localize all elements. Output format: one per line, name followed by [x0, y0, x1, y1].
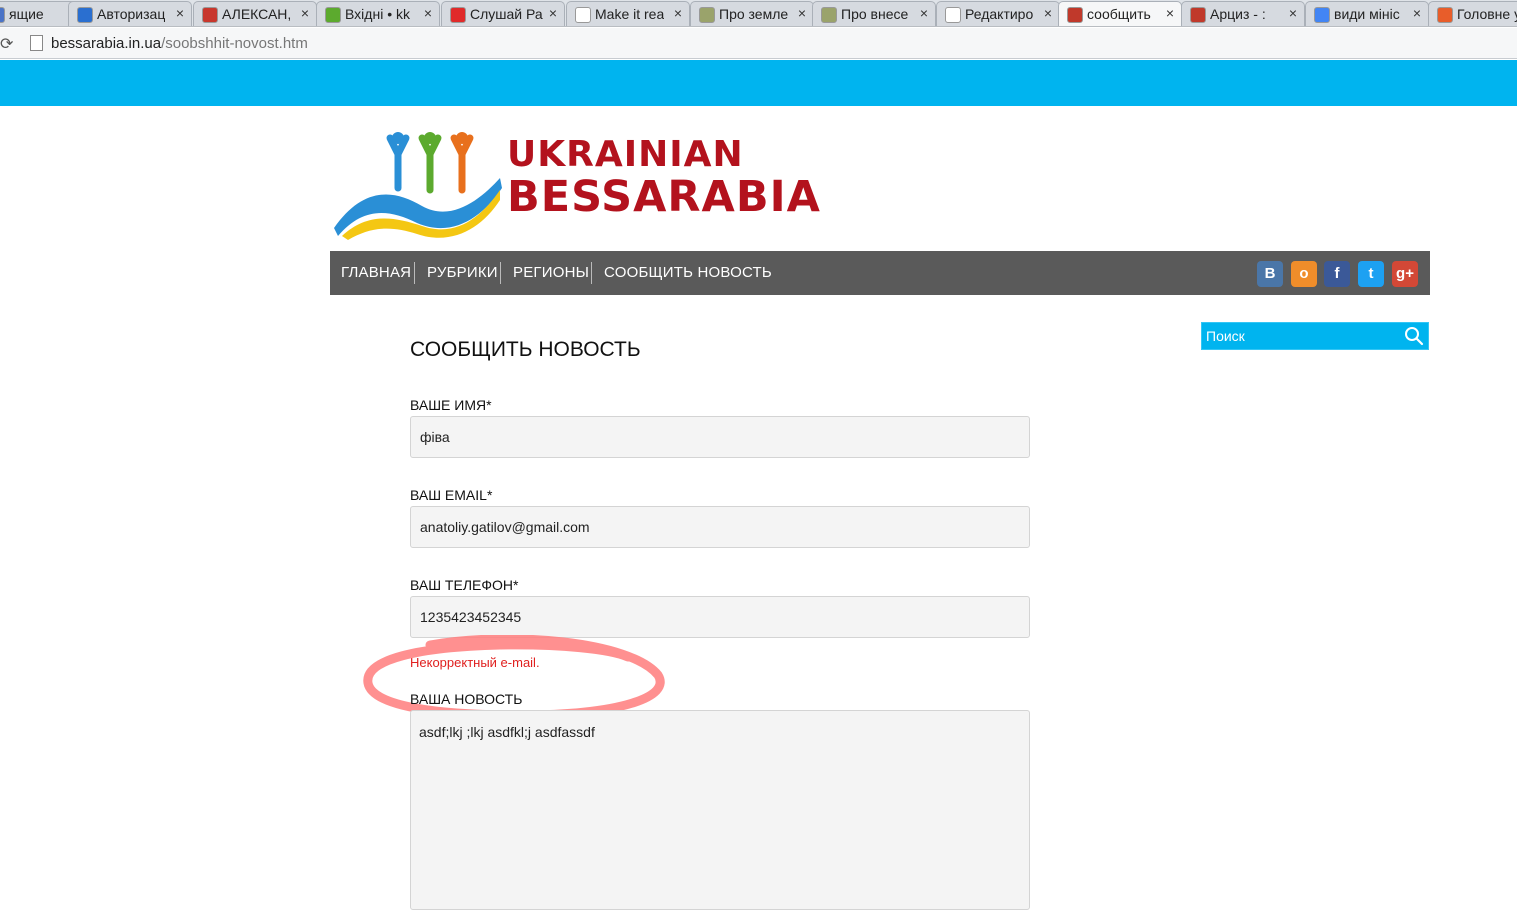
phone-field[interactable]	[410, 596, 1030, 638]
odnoklassniki-icon[interactable]: о	[1291, 261, 1317, 287]
page-title: СООБЩИТЬ НОВОСТЬ	[410, 338, 641, 361]
search-icon[interactable]	[1404, 326, 1424, 346]
search-box	[1201, 322, 1429, 350]
tab-title: АЛЕКСАН,	[222, 6, 292, 22]
tab-title: Головне у	[1457, 6, 1517, 22]
tab-favicon-icon	[821, 7, 837, 23]
facebook-icon[interactable]: f	[1324, 261, 1350, 287]
news-textarea[interactable]: asdf;lkj ;lkj asdfkl;j asdfassdf	[410, 710, 1030, 910]
browser-tab[interactable]: АЛЕКСАН, ×	[193, 1, 317, 26]
tab-favicon-icon	[699, 7, 715, 23]
email-field[interactable]	[410, 506, 1030, 548]
browser-tab[interactable]: Арциз - : ×	[1181, 1, 1305, 26]
browser-tab[interactable]: сообщить ×	[1058, 1, 1182, 26]
tab-title: Вхідні • kk	[345, 6, 410, 22]
browser-tab[interactable]: Вхідні • kk ×	[316, 1, 440, 26]
tab-title: Про земле	[719, 6, 789, 22]
tab-close-icon[interactable]: ×	[674, 5, 682, 21]
tab-favicon-icon	[1067, 7, 1083, 23]
nav-separator	[414, 262, 415, 284]
tab-close-icon[interactable]: ×	[1413, 5, 1421, 21]
tab-title: сообщить	[1087, 6, 1151, 22]
tab-close-icon[interactable]: ×	[1166, 5, 1174, 21]
tab-title: Арциз - :	[1210, 6, 1266, 22]
tab-favicon-icon	[325, 7, 341, 23]
tab-title: Слушай Ра	[470, 6, 543, 22]
phone-label: ВАШ ТЕЛЕФОН*	[410, 577, 519, 593]
tab-title: види мініс	[1334, 6, 1400, 22]
browser-tab-strip: ящие×Авторизац×АЛЕКСАН,×Вхідні • kk×Слуш…	[0, 0, 1517, 27]
browser-tab[interactable]: Про земле ×	[690, 1, 814, 26]
tab-favicon-icon	[1314, 7, 1330, 23]
page-icon	[30, 35, 43, 51]
tab-close-icon[interactable]: ×	[424, 5, 432, 21]
tab-favicon-icon	[945, 7, 961, 23]
tab-close-icon[interactable]: ×	[301, 5, 309, 21]
tab-close-icon[interactable]: ×	[798, 5, 806, 21]
nav-item-regions[interactable]: РЕГИОНЫ	[513, 264, 589, 281]
name-field[interactable]	[410, 416, 1030, 458]
reload-icon[interactable]: ⟳	[0, 34, 13, 54]
name-label: ВАШЕ ИМЯ*	[410, 397, 492, 413]
logo-text-line2: BESSARABIA	[507, 172, 821, 222]
main-nav: ГЛАВНАЯ РУБРИКИ РЕГИОНЫ СООБЩИТЬ НОВОСТЬ…	[330, 251, 1430, 295]
tab-favicon-icon	[1190, 7, 1206, 23]
tab-title: Make it rea	[595, 6, 665, 22]
tab-close-icon[interactable]: ×	[549, 5, 557, 21]
twitter-icon[interactable]: t	[1358, 261, 1384, 287]
browser-tab[interactable]: види мініс ×	[1305, 1, 1429, 26]
annotation-circle	[363, 635, 665, 720]
url-path: /soobshhit-novost.htm	[161, 35, 308, 52]
search-input[interactable]	[1202, 323, 1402, 349]
vk-icon[interactable]: В	[1257, 261, 1283, 287]
logo-text-line1: UKRAINIAN	[507, 134, 744, 175]
tab-favicon-icon	[450, 7, 466, 23]
tab-favicon-icon	[0, 7, 5, 23]
url-field[interactable]: bessarabia.in.ua/soobshhit-novost.htm	[51, 35, 308, 52]
logo-figures-icon	[334, 132, 502, 240]
site-top-bar	[0, 60, 1517, 106]
nav-item-home[interactable]: ГЛАВНАЯ	[341, 264, 411, 281]
site-logo[interactable]: UKRAINIAN BESSARABIA	[332, 128, 820, 240]
google-plus-icon[interactable]: g+	[1392, 261, 1418, 287]
tab-close-icon[interactable]: ×	[920, 5, 928, 21]
nav-separator	[591, 262, 592, 284]
browser-tab[interactable]: Make it rea ×	[566, 1, 690, 26]
tab-favicon-icon	[202, 7, 218, 23]
browser-tab[interactable]: Авторизац ×	[68, 1, 192, 26]
browser-tab[interactable]: Слушай Ра ×	[441, 1, 565, 26]
tab-favicon-icon	[575, 7, 591, 23]
browser-tab[interactable]: Редактиро ×	[936, 1, 1060, 26]
nav-item-rubrics[interactable]: РУБРИКИ	[427, 264, 498, 281]
tab-close-icon[interactable]: ×	[1044, 5, 1052, 21]
email-label: ВАШ EMAIL*	[410, 487, 493, 503]
browser-tab[interactable]: Про внесе ×	[812, 1, 936, 26]
nav-item-submit-news[interactable]: СООБЩИТЬ НОВОСТЬ	[604, 264, 772, 281]
tab-close-icon[interactable]: ×	[176, 5, 184, 21]
address-bar: ⟳ bessarabia.in.ua/soobshhit-novost.htm	[0, 28, 1517, 59]
url-host: bessarabia.in.ua	[51, 35, 162, 52]
tab-title: ящие	[9, 6, 44, 22]
tab-favicon-icon	[77, 7, 93, 23]
tab-title: Про внесе	[841, 6, 909, 22]
browser-tab[interactable]: Головне у×	[1428, 1, 1517, 26]
tab-close-icon[interactable]: ×	[1289, 5, 1297, 21]
tab-title: Авторизац	[97, 6, 166, 22]
news-label: ВАША НОВОСТЬ	[410, 691, 523, 707]
tab-favicon-icon	[1437, 7, 1453, 23]
tab-title: Редактиро	[965, 6, 1034, 22]
nav-separator	[500, 262, 501, 284]
